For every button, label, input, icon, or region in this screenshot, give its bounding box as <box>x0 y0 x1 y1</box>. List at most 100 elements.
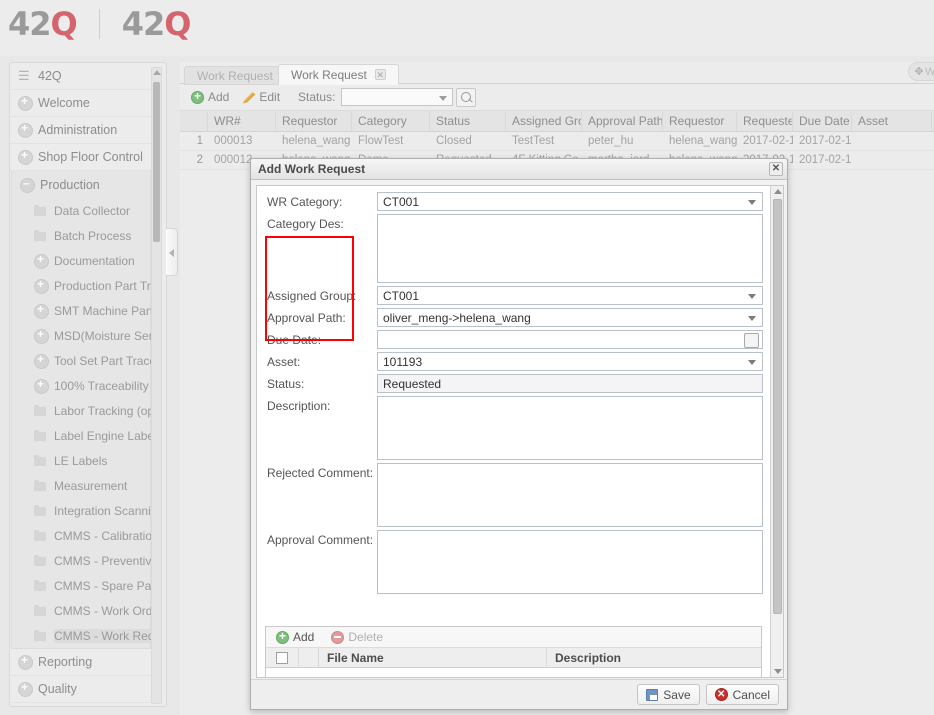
category-des-textarea[interactable] <box>377 214 763 283</box>
dialog-body: WR Category: CT001 Category Des: Assigne… <box>256 185 784 678</box>
attachment-delete-button[interactable]: Delete <box>326 627 391 647</box>
pencil-icon <box>242 92 256 104</box>
grid-header-requestor-2[interactable]: Requestor <box>663 111 737 131</box>
cancel-button[interactable]: ✕ Cancel <box>705 684 779 705</box>
wr-category-select[interactable]: CT001 <box>377 192 763 211</box>
search-icon[interactable] <box>456 87 477 107</box>
attachment-add-button[interactable]: Add <box>271 627 322 647</box>
sidebar-item-measurement[interactable]: Measurement <box>12 473 150 498</box>
cell-wr: 000013 <box>214 135 253 147</box>
dialog-scrollbar[interactable] <box>770 186 783 677</box>
scroll-down-arrow-icon[interactable] <box>774 669 782 674</box>
sidebar-item-msd[interactable]: MSD(Moisture Sensitive D <box>12 323 152 348</box>
logo-separator <box>98 9 100 39</box>
form-row-approval-path: Approval Path: oliver_meng->helena_wang <box>257 308 770 327</box>
rejected-comment-textarea[interactable] <box>377 463 763 527</box>
checkbox-icon[interactable] <box>276 651 288 664</box>
approval-comment-textarea[interactable] <box>377 530 763 594</box>
sidebar-scrollbar[interactable] <box>151 67 162 704</box>
logo-primary[interactable]: 42Q <box>8 5 78 43</box>
attachments-header-file-name[interactable]: File Name <box>319 648 547 667</box>
folder-icon <box>34 404 48 418</box>
sidebar-item-documentation[interactable]: Documentation <box>12 248 150 273</box>
scroll-up-arrow-icon[interactable] <box>774 189 782 194</box>
sidebar-item-100-traceability[interactable]: 100% Traceability <box>12 373 150 398</box>
status-filter-select[interactable] <box>341 88 454 106</box>
grid-header-asset[interactable]: Asset <box>852 111 932 131</box>
sidebar-item-42q[interactable]: ☰ 42Q <box>10 63 152 90</box>
minus-circle-icon <box>20 176 35 193</box>
sidebar-item-label: Measurement <box>54 478 128 493</box>
grid-header-due-date[interactable]: Due Date <box>793 111 852 131</box>
sidebar-item-integration-scanning[interactable]: Integration Scanning <box>12 498 152 523</box>
close-icon[interactable]: ✕ <box>769 162 783 176</box>
sidebar-item-cmms-preventive-maintenance[interactable]: CMMS - Preventive Maint <box>12 548 152 573</box>
sidebar-item-le-labels[interactable]: LE Labels <box>12 448 150 473</box>
sidebar-item-tool-set-part-traceability[interactable]: Tool Set Part Traceabilit <box>12 348 152 373</box>
cancel-button-label: Cancel <box>732 687 770 702</box>
sidebar-collapse-handle[interactable] <box>166 228 178 276</box>
sidebar-item-cmms-work-request[interactable]: CMMS - Work Request <box>12 623 152 648</box>
logo-primary-num: 42 <box>8 5 52 43</box>
sidebar: ☰ 42Q Welcome Administration Shop Floor … <box>9 62 167 707</box>
sidebar-item-production-part-traceability[interactable]: Production Part Traceab <box>12 273 152 298</box>
cell-assigned-group: TestTest <box>512 135 555 147</box>
attachment-add-label: Add <box>293 630 315 644</box>
plus-circle-icon <box>18 94 33 111</box>
sidebar-item-shop-floor-control[interactable]: Shop Floor Control <box>10 144 152 171</box>
close-icon[interactable]: ✕ <box>374 69 386 80</box>
assigned-group-select[interactable]: CT001 <box>377 286 763 305</box>
approval-path-select[interactable]: oliver_meng->helena_wang <box>377 308 763 327</box>
table-row[interactable]: 1 000013 helena_wang FlowTest Closed Tes… <box>180 132 934 151</box>
grid-header-requested[interactable]: Requested <box>737 111 793 131</box>
dialog-scrollbar-thumb[interactable] <box>773 199 782 614</box>
sidebar-item-production[interactable]: Production <box>12 171 150 198</box>
grid-header-rownum[interactable] <box>180 111 208 131</box>
sidebar-item-cmms-spare-parts[interactable]: CMMS - Spare Parts <box>12 573 152 598</box>
grid-header-approval-path[interactable]: Approval Path <box>582 111 663 131</box>
description-textarea[interactable] <box>377 396 763 460</box>
attachments-header-description[interactable]: Description <box>547 648 761 667</box>
asset-select[interactable]: 101193 <box>377 352 763 371</box>
dialog-title-bar[interactable]: Add Work Request ✕ <box>251 159 787 180</box>
sidebar-scrollbar-thumb[interactable] <box>153 82 160 242</box>
folder-icon <box>34 629 48 643</box>
sidebar-item-label-engine-labels[interactable]: Label Engine Labels <box>12 423 152 448</box>
tab-work-request-active[interactable]: Work Request ✕ <box>278 64 399 85</box>
scroll-up-arrow-icon[interactable] <box>153 70 161 75</box>
sidebar-item-smt-machine-part-traceability[interactable]: SMT Machine Part Tracea <box>12 298 152 323</box>
due-date-input[interactable] <box>377 330 763 349</box>
sidebar-item-label: Production <box>40 177 100 192</box>
sidebar-item-cmms-calibration[interactable]: CMMS - Calibration <box>12 523 152 548</box>
form-row-description: Description: <box>257 396 770 460</box>
grid-header-wr[interactable]: WR# <box>208 111 276 131</box>
sidebar-item-label: Data Collector <box>54 203 131 218</box>
attachment-delete-label: Delete <box>348 630 384 644</box>
plus-circle-icon <box>34 302 49 319</box>
sidebar-item-label: CMMS - Calibration <box>54 528 152 543</box>
sidebar-group-production: Production Data Collector Batch Process … <box>11 171 152 649</box>
grid-header-requestor[interactable]: Requestor <box>276 111 352 131</box>
sidebar-item-cmms-work-order[interactable]: CMMS - Work Order <box>12 598 152 623</box>
logo-secondary[interactable]: 42Q <box>122 8 192 40</box>
grid-header-category[interactable]: Category <box>352 111 430 131</box>
add-button[interactable]: Add <box>186 87 237 107</box>
save-button[interactable]: Save <box>637 684 700 705</box>
sidebar-item-administration[interactable]: Administration <box>10 117 152 144</box>
sidebar-item-reporting[interactable]: Reporting <box>10 649 152 676</box>
approval-path-label: Approval Path: <box>267 311 346 325</box>
grid-header-assigned-group[interactable]: Assigned Grou <box>506 111 582 131</box>
dialog-title: Add Work Request <box>258 162 366 176</box>
sidebar-scroll-area: ☰ 42Q Welcome Administration Shop Floor … <box>10 63 152 706</box>
sidebar-item-labor-tracking[interactable]: Labor Tracking (operatio <box>12 398 152 423</box>
grid-header-status[interactable]: Status <box>430 111 506 131</box>
floating-drag-widget[interactable]: ✥ W <box>908 62 934 81</box>
tab-work-request-background[interactable]: Work Request <box>184 66 286 85</box>
sidebar-item-batch-process[interactable]: Batch Process <box>12 223 150 248</box>
attachments-select-all[interactable] <box>266 648 299 667</box>
sidebar-item-welcome[interactable]: Welcome <box>10 90 152 117</box>
sidebar-item-data-collector[interactable]: Data Collector <box>12 198 150 223</box>
grid-toolbar: Add Edit Status: <box>180 85 934 109</box>
sidebar-item-quality[interactable]: Quality <box>10 676 152 703</box>
edit-button[interactable]: Edit <box>237 87 288 107</box>
